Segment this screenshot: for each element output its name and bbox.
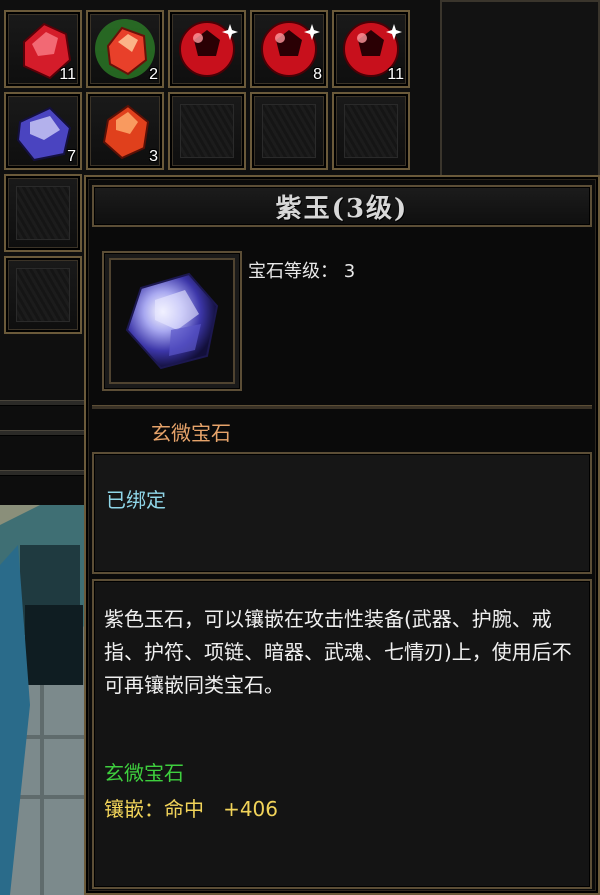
divider-bar bbox=[0, 400, 88, 406]
purple-gem-icon bbox=[125, 272, 219, 370]
inventory-slot[interactable] bbox=[4, 256, 82, 334]
inventory-slot[interactable]: 11 bbox=[4, 10, 82, 88]
divider bbox=[92, 405, 592, 409]
red-round-gem-icon bbox=[179, 21, 238, 77]
item-description: 紫色玉石，可以镶嵌在攻击性装备(武器、护腕、戒指、护符、项链、暗器、武魂、七情刃… bbox=[104, 607, 572, 697]
divider-bar bbox=[0, 430, 88, 436]
inlay-attribute-label: 镶嵌：命中 bbox=[104, 797, 204, 821]
stack-count: 2 bbox=[149, 66, 158, 83]
stack-count: 7 bbox=[67, 148, 76, 165]
item-title: 紫玉(3级) bbox=[275, 193, 409, 224]
inventory-slot[interactable]: 3 bbox=[86, 92, 164, 170]
divider-bar bbox=[0, 470, 88, 476]
inventory-slot[interactable] bbox=[332, 92, 410, 170]
item-tooltip: 紫玉(3级) 宝石等级： 3 玄微宝石 已绑定 紫色玉石，可以镶嵌在攻击性装备(… bbox=[84, 175, 600, 895]
stack-count: 8 bbox=[313, 66, 322, 83]
inventory-slot[interactable] bbox=[168, 10, 246, 88]
bound-status: 已绑定 bbox=[106, 488, 166, 512]
side-panel bbox=[440, 0, 600, 180]
inventory-slot[interactable] bbox=[250, 92, 328, 170]
inventory-slot[interactable]: 11 bbox=[332, 10, 410, 88]
inlay-attribute-value: +406 bbox=[223, 797, 279, 821]
gem-level-row: 宝石等级： 3 bbox=[248, 257, 355, 283]
inventory-slot[interactable] bbox=[168, 92, 246, 170]
stack-count: 11 bbox=[387, 66, 404, 83]
description-box: 紫色玉石，可以镶嵌在攻击性装备(武器、护腕、戒指、护符、项链、暗器、武魂、七情刃… bbox=[92, 579, 592, 889]
inventory-slot[interactable]: 2 bbox=[86, 10, 164, 88]
bind-status-box: 已绑定 bbox=[92, 452, 592, 574]
gem-level-value: 3 bbox=[343, 261, 356, 282]
stack-count: 3 bbox=[149, 148, 158, 165]
inlay-attribute: 镶嵌：命中 +406 bbox=[104, 793, 278, 822]
tooltip-title-bar: 紫玉(3级) bbox=[92, 185, 592, 227]
game-scene-view bbox=[0, 505, 88, 895]
item-icon-frame bbox=[102, 251, 242, 391]
inventory-slot[interactable]: 8 bbox=[250, 10, 328, 88]
gem-level-label: 宝石等级： bbox=[248, 261, 338, 282]
stack-count: 11 bbox=[59, 66, 76, 83]
inventory-slot[interactable]: 7 bbox=[4, 92, 82, 170]
gem-category: 玄微宝石 bbox=[151, 421, 231, 445]
gem-set-name: 玄微宝石 bbox=[104, 761, 184, 785]
inventory-slot[interactable] bbox=[4, 174, 82, 252]
